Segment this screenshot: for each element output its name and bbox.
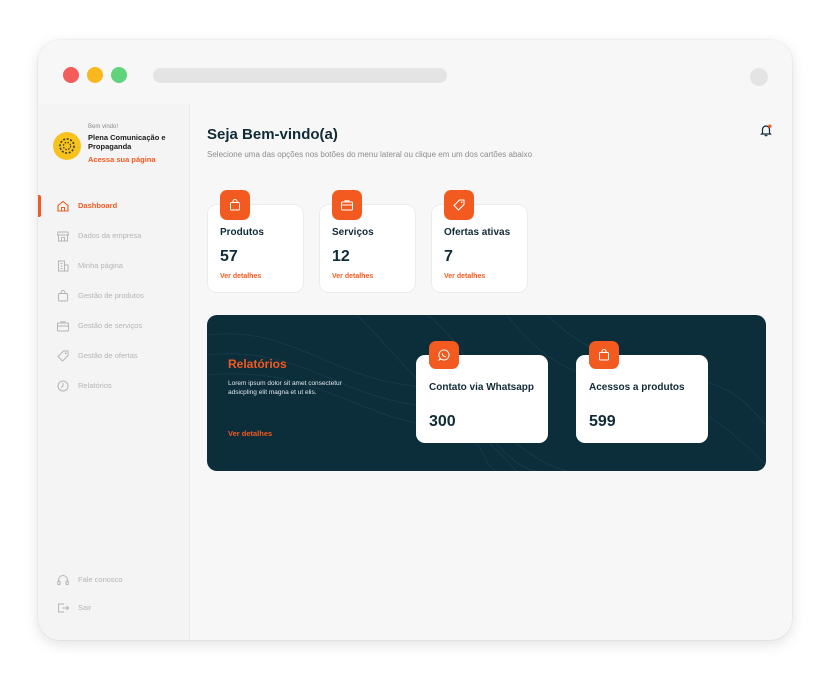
reports-panel: Relatórios Lorem ipsum dolor sit amet co… (207, 315, 766, 471)
whatsapp-icon (437, 349, 450, 362)
sidebar: Bem vindo! Plena Comunicação e Propagand… (38, 104, 190, 640)
minimize-window-button[interactable] (87, 67, 103, 83)
sidebar-item-label: Gestão de ofertas (78, 351, 138, 360)
card-badge (220, 190, 250, 220)
sidebar-item-dashboard[interactable]: Dashboard (38, 195, 190, 217)
sidebar-item-dados-empresa[interactable]: Dados da empresa (38, 225, 190, 247)
sidebar-item-label: Dashboard (78, 201, 118, 210)
report-card-title: Acessos a produtos (589, 382, 685, 393)
card-badge (332, 190, 362, 220)
card-ofertas-ativas[interactable]: Ofertas ativas 7 Ver detalhes (431, 190, 528, 293)
store-icon (56, 231, 70, 242)
reports-title: Relatórios (228, 357, 287, 371)
card-title: Ofertas ativas (444, 227, 511, 238)
browser-titlebar (38, 40, 792, 104)
maximize-window-button[interactable] (111, 67, 127, 83)
card-title: Produtos (220, 227, 264, 238)
company-logo (53, 132, 81, 160)
bag-icon (599, 349, 609, 361)
report-card-whatsapp[interactable]: Contato via Whatsapp 300 (416, 341, 548, 443)
card-badge (589, 341, 619, 369)
card-title: Serviços (332, 227, 374, 238)
close-window-button[interactable] (63, 67, 79, 83)
card-details-link[interactable]: Ver detalhes (332, 273, 373, 280)
sidebar-item-label: Sair (78, 603, 92, 612)
address-bar[interactable] (153, 68, 447, 83)
sidebar-item-label: Relatórios (78, 381, 112, 390)
card-servicos[interactable]: Serviços 12 Ver detalhes (319, 190, 416, 293)
clock-icon (57, 380, 69, 392)
profile-block: Bem vindo! Plena Comunicação e Propagand… (53, 124, 188, 169)
card-produtos[interactable]: Produtos 57 Ver detalhes (207, 190, 304, 293)
access-page-link[interactable]: Acessa sua página (88, 155, 156, 164)
reports-details-link[interactable]: Ver detalhes (228, 429, 272, 438)
sidebar-item-gestao-produtos[interactable]: Gestão de produtos (38, 285, 190, 307)
card-badge (429, 341, 459, 369)
sidebar-item-gestao-ofertas[interactable]: Gestão de ofertas (38, 345, 190, 367)
report-card-value: 599 (589, 413, 616, 430)
sidebar-item-label: Gestão de produtos (78, 291, 144, 300)
report-card-value: 300 (429, 413, 456, 430)
briefcase-icon (341, 200, 353, 211)
browser-menu-button[interactable] (750, 68, 768, 86)
sidebar-item-label: Gestão de serviços (78, 321, 143, 330)
tag-icon (57, 350, 69, 362)
briefcase-icon (57, 321, 69, 332)
sidebar-item-sair[interactable]: Sair (38, 597, 190, 619)
headset-icon (57, 575, 69, 585)
card-value: 57 (220, 248, 238, 265)
welcome-text: Bem vindo! (88, 124, 119, 130)
sidebar-item-gestao-servicos[interactable]: Gestão de serviços (38, 315, 190, 337)
card-details-link[interactable]: Ver detalhes (220, 273, 261, 280)
tag-icon (453, 199, 465, 211)
home-icon (57, 200, 69, 212)
sidebar-item-label: Dados da empresa (78, 231, 142, 240)
main-content: Seja Bem-vindo(a) Selecione uma das opçõ… (190, 104, 792, 640)
app-window: Bem vindo! Plena Comunicação e Propagand… (38, 40, 792, 640)
card-details-link[interactable]: Ver detalhes (444, 273, 485, 280)
card-value: 12 (332, 248, 350, 265)
sidebar-item-label: Fale conosco (78, 575, 123, 584)
page-subtitle: Selecione uma das opções nos botões do m… (207, 150, 533, 159)
reports-description: Lorem ipsum dolor sit amet consectetur a… (228, 380, 342, 396)
bag-icon (230, 199, 240, 211)
bell-icon[interactable] (759, 123, 773, 137)
sidebar-item-minha-pagina[interactable]: Minha página (38, 255, 190, 277)
sidebar-item-label: Minha página (78, 261, 124, 270)
bag-icon (58, 290, 68, 302)
card-value: 7 (444, 248, 453, 265)
company-name: Plena Comunicação e Propaganda (88, 133, 166, 151)
sidebar-item-relatorios[interactable]: Relatórios (38, 375, 190, 397)
building-icon (58, 260, 69, 272)
card-badge (444, 190, 474, 220)
report-card-title: Contato via Whatsapp (429, 382, 535, 393)
report-card-acessos[interactable]: Acessos a produtos 599 (576, 341, 708, 443)
logout-icon (58, 603, 70, 613)
page-title: Seja Bem-vindo(a) (207, 126, 338, 143)
sidebar-item-fale-conosco[interactable]: Fale conosco (38, 569, 190, 591)
